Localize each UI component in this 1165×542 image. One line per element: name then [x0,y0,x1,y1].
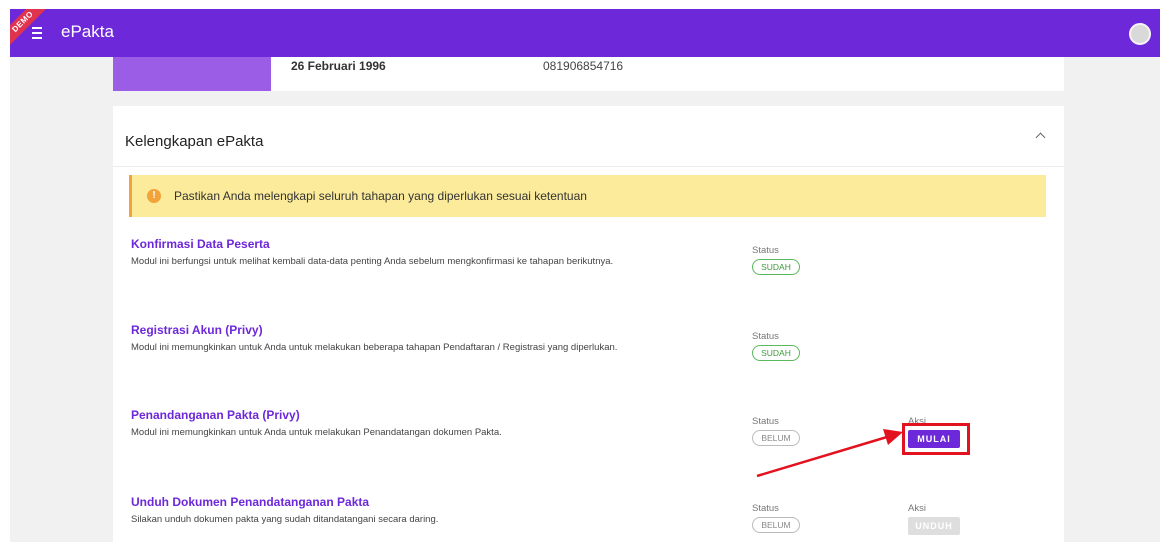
action-label: Aksi [908,503,926,514]
module-description: Modul ini berfungsi untuk melihat kembal… [131,256,614,267]
alert-text: Pastikan Anda melengkapi seluruh tahapan… [174,189,587,203]
chevron-up-icon[interactable] [1035,132,1046,143]
app-title: ePakta [61,22,114,41]
module-title[interactable]: Unduh Dokumen Penandatanganan Pakta [131,495,369,509]
birth-date: 26 Februari 1996 [291,59,386,73]
module-title[interactable]: Penandanganan Pakta (Privy) [131,408,300,422]
demo-ribbon: DEMO [10,9,50,49]
info-icon: ! [147,189,161,203]
divider [113,166,1064,167]
profile-card: 26 Februari 1996 081906854716 [113,57,1064,91]
module-unduh-dokumen: Unduh Dokumen Penandatanganan Pakta Sila… [131,495,1051,542]
app-bar: DEMO ePakta [10,9,1160,57]
status-badge: BELUM [752,517,800,533]
avatar[interactable] [1129,23,1151,45]
module-konfirmasi-data: Konfirmasi Data Peserta Modul ini berfun… [131,237,1051,307]
module-penandatanganan-pakta: Penandanganan Pakta (Privy) Modul ini me… [131,408,1051,478]
status-label: Status [752,245,779,256]
status-badge: BELUM [752,430,800,446]
alert-banner: ! Pastikan Anda melengkapi seluruh tahap… [129,175,1046,217]
module-description: Modul ini memungkinkan untuk Anda untuk … [131,342,618,353]
menu-icon[interactable] [32,27,42,39]
status-label: Status [752,416,779,427]
status-badge: SUDAH [752,259,800,275]
module-title[interactable]: Konfirmasi Data Peserta [131,237,270,251]
status-label: Status [752,331,779,342]
completeness-card: Kelengkapan ePakta ! Pastikan Anda melen… [113,106,1064,542]
app-window: DEMO ePakta 26 Februari 1996 08190685471… [10,9,1160,542]
unduh-button[interactable]: UNDUH [908,517,960,535]
module-registrasi-akun: Registrasi Akun (Privy) Modul ini memung… [131,323,1051,393]
module-title[interactable]: Registrasi Akun (Privy) [131,323,263,337]
module-description: Modul ini memungkinkan untuk Anda untuk … [131,427,502,438]
module-description: Silakan unduh dokumen pakta yang sudah d… [131,514,439,525]
phone-number: 081906854716 [543,59,624,73]
profile-banner [113,57,271,91]
status-label: Status [752,503,779,514]
annotation-highlight-box [902,423,970,455]
status-badge: SUDAH [752,345,800,361]
section-title: Kelengkapan ePakta [125,133,264,150]
